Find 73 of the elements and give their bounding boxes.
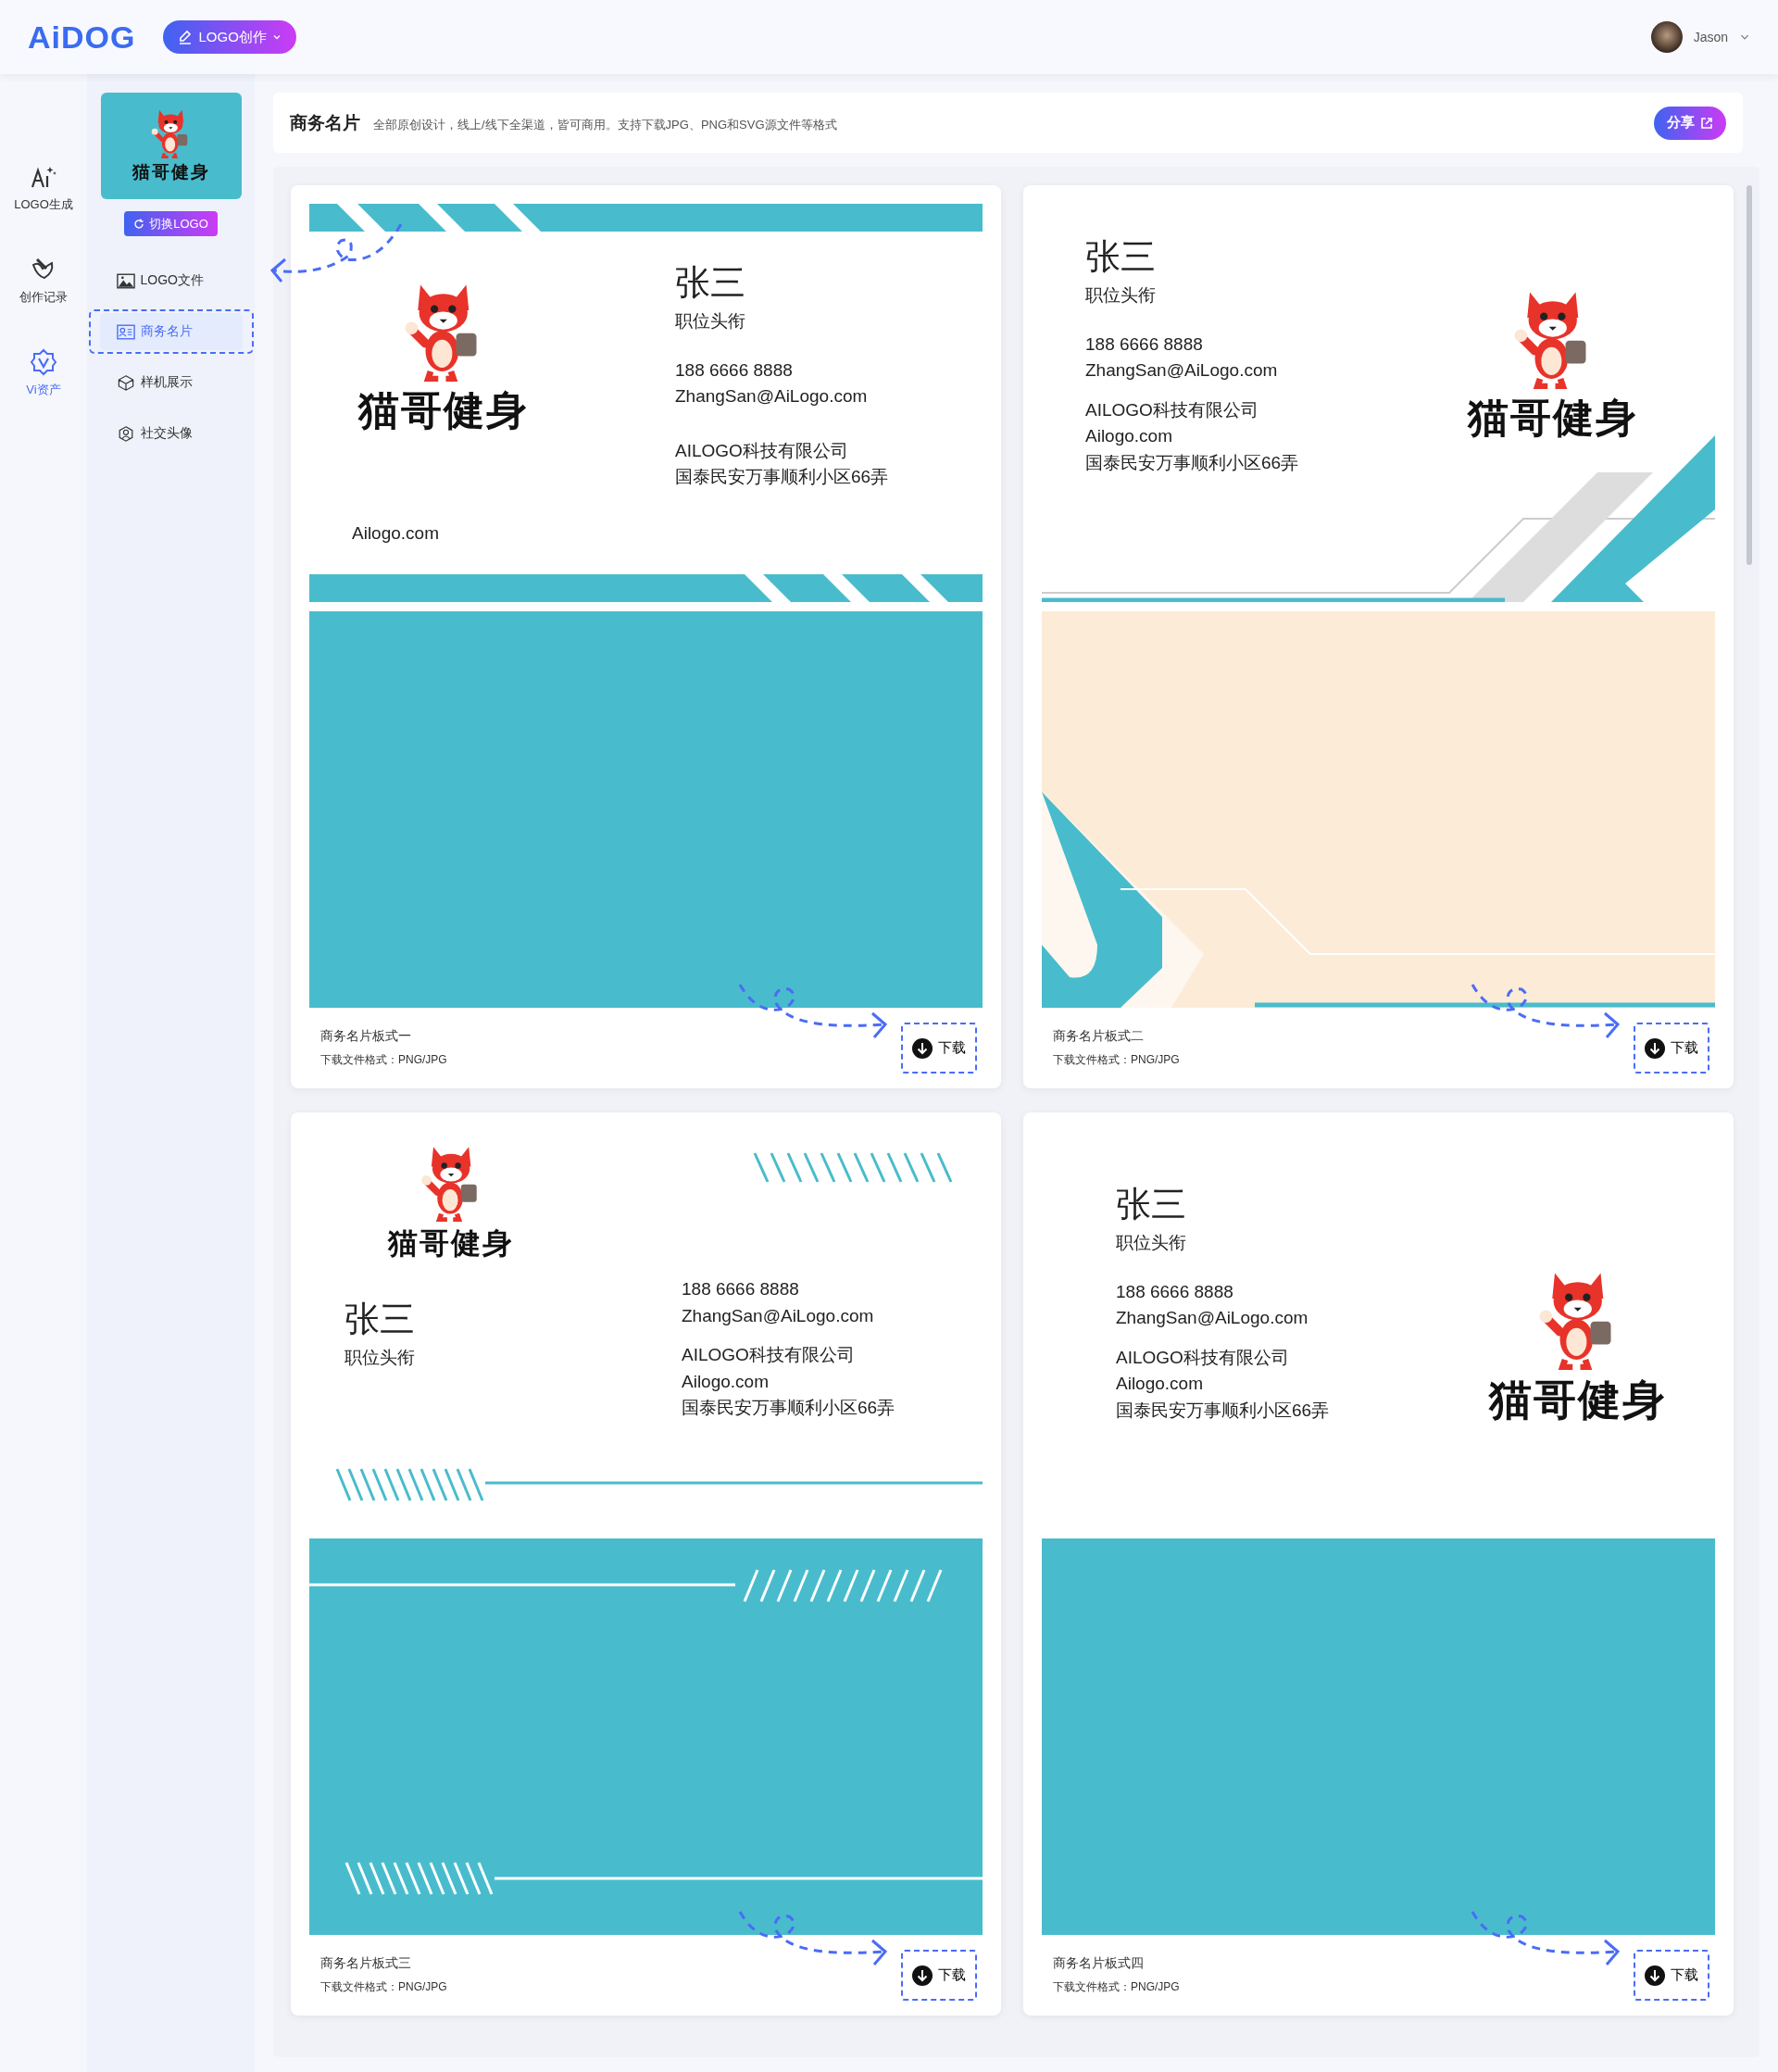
email-text: ZhangSan@AiLogo.com — [682, 1304, 875, 1327]
sidebar-item[interactable]: 商务名片 — [99, 313, 243, 350]
email-text: ZhangSan@AiLogo.com — [1085, 359, 1279, 383]
sidebar-item[interactable]: LOGO文件 — [99, 262, 243, 299]
download-button[interactable]: 下载 — [1634, 1023, 1709, 1074]
user-avatar[interactable] — [1650, 21, 1683, 53]
template-caption: 商务名片板式三 — [320, 1955, 412, 1972]
job-title: 职位头衔 — [1116, 1231, 1187, 1254]
edit-icon — [178, 30, 194, 44]
address-text: 国泰民安万事顺利小区66弄 — [1085, 451, 1300, 474]
website-text: Ailogo.com — [352, 522, 439, 543]
person-name: 张三 — [1085, 237, 1157, 278]
template-caption: 商务名片板式一 — [320, 1028, 412, 1045]
download-icon — [1645, 1965, 1665, 1986]
company-text: AILOGO科技有限公司 — [1085, 398, 1259, 421]
person-name: 张三 — [344, 1300, 416, 1340]
logo-text: 猫哥健身 — [388, 1224, 514, 1262]
create-logo-button[interactable]: LOGO创作 — [163, 20, 296, 54]
download-icon — [1645, 1037, 1665, 1059]
job-title: 职位头衔 — [344, 1346, 416, 1369]
phone-text: 188 6666 8888 — [1116, 1280, 1234, 1303]
logo-text: 猫哥健身 — [358, 385, 529, 435]
share-button[interactable]: 分享 — [1654, 106, 1726, 140]
rail-nav-item[interactable]: 创作记录 — [19, 256, 68, 306]
download-button[interactable]: 下载 — [901, 1950, 977, 2001]
user-name[interactable]: Jason — [1693, 30, 1728, 44]
rail-nav-item[interactable]: Vi资产 — [26, 348, 61, 398]
download-icon — [912, 1965, 933, 1986]
scrollbar[interactable] — [1747, 185, 1752, 565]
phone-text: 188 6666 8888 — [675, 358, 794, 382]
template-caption: 商务名片板式二 — [1053, 1028, 1145, 1045]
logo-text: 猫哥健身 — [131, 160, 210, 183]
file-format-text: 下载文件格式：PNG/JPG — [1053, 1979, 1181, 1995]
address-text: 国泰民安万事顺利小区66弄 — [675, 466, 889, 489]
badge-v-icon — [30, 348, 57, 376]
address-text: 国泰民安万事顺利小区66弄 — [1116, 1399, 1331, 1422]
page-subtitle: 全部原创设计，线上/线下全渠道，皆可商用。支持下载JPG、PNG和SVG源文件等格式 — [373, 116, 837, 133]
address-text: 国泰民安万事顺利小区66弄 — [682, 1397, 896, 1419]
company-text: AILOGO科技有限公司 — [682, 1344, 856, 1366]
logo-text: 猫哥健身 — [1488, 1374, 1667, 1426]
email-text: ZhangSan@AiLogo.com — [1116, 1307, 1309, 1330]
switch-logo-button[interactable]: 切换LOGO — [124, 211, 218, 236]
website-text: Ailogo.com — [682, 1370, 770, 1393]
download-button[interactable]: 下载 — [1634, 1950, 1709, 2001]
page-title: 商务名片 — [290, 111, 360, 134]
id-card-icon — [116, 323, 135, 340]
rail-nav-item[interactable]: LOGO生成 — [14, 163, 73, 213]
phone-text: 188 6666 8888 — [1085, 333, 1204, 356]
job-title: 职位头衔 — [675, 309, 746, 333]
refresh-icon — [133, 218, 145, 230]
image-icon — [116, 272, 135, 289]
brand-logo[interactable]: AiDOG — [28, 19, 136, 56]
file-format-text: 下载文件格式：PNG/JPG — [320, 1979, 448, 1995]
email-text: ZhangSan@AiLogo.com — [675, 385, 869, 408]
sidebar-item[interactable]: 样机展示 — [99, 364, 243, 401]
person-name: 张三 — [1116, 1185, 1187, 1225]
download-icon — [912, 1037, 933, 1059]
download-button[interactable]: 下载 — [901, 1023, 977, 1074]
company-text: AILOGO科技有限公司 — [675, 439, 849, 462]
template-caption: 商务名片板式四 — [1053, 1955, 1145, 1972]
logo-text: 猫哥健身 — [1468, 393, 1638, 443]
file-format-text: 下载文件格式：PNG/JPG — [320, 1052, 448, 1068]
phone-text: 188 6666 8888 — [682, 1278, 800, 1300]
website-text: Ailogo.com — [1085, 425, 1173, 448]
company-text: AILOGO科技有限公司 — [1116, 1346, 1290, 1369]
sidebar-item[interactable]: 社交头像 — [99, 415, 243, 452]
job-title: 职位头衔 — [1085, 283, 1157, 307]
file-format-text: 下载文件格式：PNG/JPG — [1053, 1052, 1181, 1068]
chevron-down-icon — [271, 32, 282, 42]
website-text: Ailogo.com — [1116, 1373, 1204, 1396]
person-name: 张三 — [675, 263, 746, 304]
external-link-icon — [1700, 116, 1713, 130]
cube-icon — [116, 374, 135, 391]
